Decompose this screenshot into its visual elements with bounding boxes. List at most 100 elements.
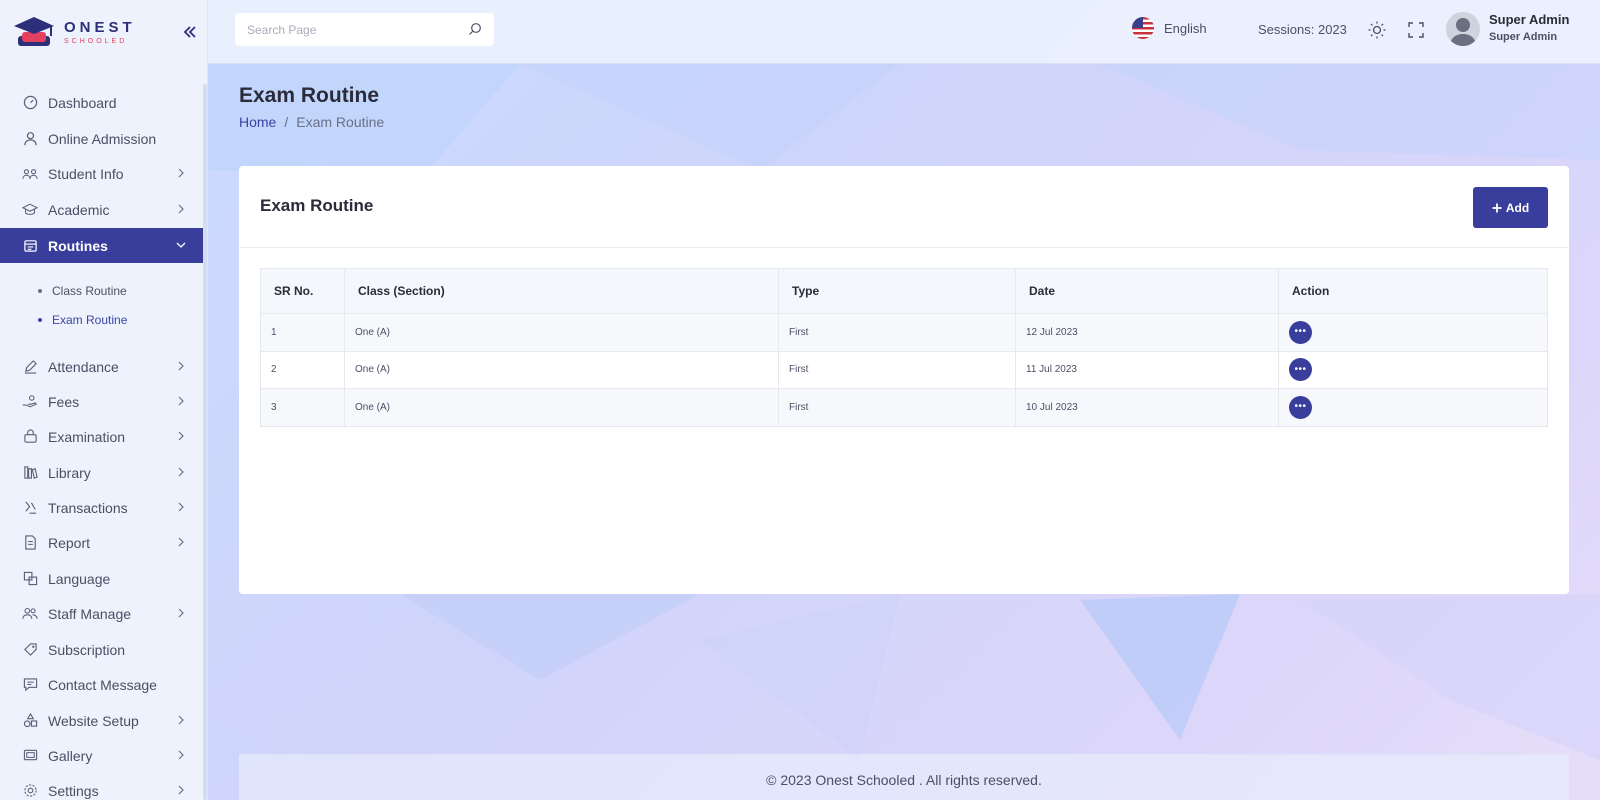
sidebar-item-report[interactable]: Report xyxy=(0,525,204,560)
sidebar-item-gallery[interactable]: Gallery xyxy=(0,738,204,773)
session-selector[interactable]: Sessions: 2023 xyxy=(1258,22,1347,37)
add-button-label: Add xyxy=(1505,200,1530,215)
search-box xyxy=(235,13,494,46)
column-header-action: Action xyxy=(1278,268,1548,314)
sidebar-item-student-info[interactable]: Student Info xyxy=(0,156,204,191)
message-icon xyxy=(22,677,38,693)
sidebar: ONEST SCHOOLED Dashboard Online Admissio… xyxy=(0,0,208,800)
sidebar-item-label: Language xyxy=(48,570,111,587)
cell-action: ••• xyxy=(1278,313,1548,352)
sidebar-item-dashboard[interactable]: Dashboard xyxy=(0,85,204,120)
breadcrumb-home-link[interactable]: Home xyxy=(239,114,276,130)
sidebar-item-settings[interactable]: Settings xyxy=(0,773,204,800)
sun-icon xyxy=(1368,21,1386,39)
exam-icon xyxy=(22,429,38,445)
add-button[interactable]: Add xyxy=(1473,187,1548,228)
sidebar-item-staff-manage[interactable]: Staff Manage xyxy=(0,596,204,631)
sidebar-subitem-exam-routine[interactable]: Exam Routine xyxy=(38,313,127,327)
sidebar-item-label: Website Setup xyxy=(48,712,139,729)
chevron-right-icon xyxy=(178,537,184,547)
sidebar-item-label: Examination xyxy=(48,428,126,445)
graduation-cap-logo-icon xyxy=(14,17,54,46)
bullet-dot xyxy=(38,318,42,322)
brand-name: ONEST xyxy=(64,18,136,36)
cell-type: First xyxy=(778,350,1016,389)
sidebar-item-website-setup[interactable]: Website Setup xyxy=(0,703,204,738)
column-header-date[interactable]: Date xyxy=(1015,268,1279,314)
table-row: 1 One (A) First 12 Jul 2023 ••• xyxy=(260,313,1548,352)
theme-toggle-button[interactable] xyxy=(1367,20,1387,40)
plus-icon xyxy=(1492,203,1502,212)
search-icon[interactable] xyxy=(468,22,482,36)
pen-icon xyxy=(22,359,38,375)
brand-logo[interactable]: ONEST SCHOOLED xyxy=(12,12,136,52)
table-row: 3 One (A) First 10 Jul 2023 ••• xyxy=(260,388,1548,427)
students-icon xyxy=(22,166,38,182)
column-header-class-section[interactable]: Class (Section) xyxy=(344,268,779,314)
sidebar-subitem-label: Exam Routine xyxy=(52,313,128,327)
breadcrumb-current: Exam Routine xyxy=(296,114,385,130)
breadcrumb-separator: / xyxy=(284,114,289,130)
sidebar-item-label: Report xyxy=(48,534,91,551)
sidebar-item-label: Contact Message xyxy=(48,676,157,693)
column-header-sr-no[interactable]: SR No. xyxy=(260,268,345,314)
sidebar-scrollbar[interactable] xyxy=(203,84,207,800)
column-header-type[interactable]: Type xyxy=(778,268,1016,314)
cell-date: 10 Jul 2023 xyxy=(1015,388,1279,427)
sidebar-item-fees[interactable]: Fees xyxy=(0,384,204,419)
fullscreen-button[interactable] xyxy=(1406,20,1426,40)
library-icon xyxy=(22,465,38,481)
sidebar-item-subscription[interactable]: Subscription xyxy=(0,632,204,667)
cell-class-section: One (A) xyxy=(344,350,779,389)
chevron-right-icon xyxy=(178,608,184,618)
sidebar-item-contact-message[interactable]: Contact Message xyxy=(0,667,204,702)
sidebar-subitem-class-routine[interactable]: Class Routine xyxy=(38,284,127,298)
collapse-sidebar-button[interactable] xyxy=(180,22,200,42)
sidebar-item-transactions[interactable]: Transactions xyxy=(0,490,204,525)
tag-icon xyxy=(22,642,38,658)
sidebar-item-examination[interactable]: Examination xyxy=(0,419,204,454)
row-actions-button[interactable]: ••• xyxy=(1289,320,1312,344)
chevron-right-icon xyxy=(178,396,184,406)
sidebar-item-label: Settings xyxy=(48,782,99,799)
user-role: Super Admin xyxy=(1489,31,1558,43)
sidebar-item-attendance[interactable]: Attendance xyxy=(0,349,204,384)
language-icon xyxy=(22,571,38,587)
exam-routine-card: Exam Routine Add SR No. Class (Section) … xyxy=(239,166,1569,594)
table-row: 2 One (A) First 11 Jul 2023 ••• xyxy=(260,350,1548,389)
cell-type: First xyxy=(778,388,1016,427)
academic-cap-icon xyxy=(22,202,38,218)
sidebar-item-library[interactable]: Library xyxy=(0,455,204,490)
sidebar-item-routines[interactable]: Routines xyxy=(0,228,204,263)
cell-action: ••• xyxy=(1278,388,1548,427)
money-hand-icon xyxy=(22,394,38,410)
gear-icon xyxy=(22,783,38,799)
staff-icon xyxy=(22,606,38,622)
language-selector[interactable]: English xyxy=(1132,17,1207,39)
sidebar-item-label: Subscription xyxy=(48,641,126,658)
search-input[interactable] xyxy=(247,22,447,37)
card-divider xyxy=(239,247,1569,248)
table-header-row: SR No. Class (Section) Type Date Action xyxy=(260,268,1548,314)
cell-action: ••• xyxy=(1278,350,1548,389)
sidebar-item-language[interactable]: Language xyxy=(0,561,204,596)
avatar[interactable] xyxy=(1446,12,1480,46)
breadcrumb: Home / Exam Routine xyxy=(239,114,384,130)
card-title: Exam Routine xyxy=(260,196,374,215)
sidebar-item-label: Attendance xyxy=(48,358,119,375)
brand-tagline: SCHOOLED xyxy=(64,37,128,45)
top-header: English Sessions: 2023 Super Admin Super… xyxy=(208,0,1600,64)
user-name: Super Admin xyxy=(1489,12,1570,27)
cell-sr-no: 1 xyxy=(260,313,345,352)
more-horizontal-icon: ••• xyxy=(1294,363,1307,375)
sidebar-item-academic[interactable]: Academic xyxy=(0,192,204,227)
row-actions-button[interactable]: ••• xyxy=(1289,358,1312,382)
sidebar-item-online-admission[interactable]: Online Admission xyxy=(0,121,204,156)
user-icon xyxy=(22,131,38,147)
cell-class-section: One (A) xyxy=(344,313,779,352)
chevron-right-icon xyxy=(178,361,184,371)
row-actions-button[interactable]: ••• xyxy=(1289,395,1312,419)
chevron-down-icon xyxy=(176,242,186,248)
fullscreen-icon xyxy=(1408,22,1424,38)
page-title: Exam Routine xyxy=(239,84,380,107)
